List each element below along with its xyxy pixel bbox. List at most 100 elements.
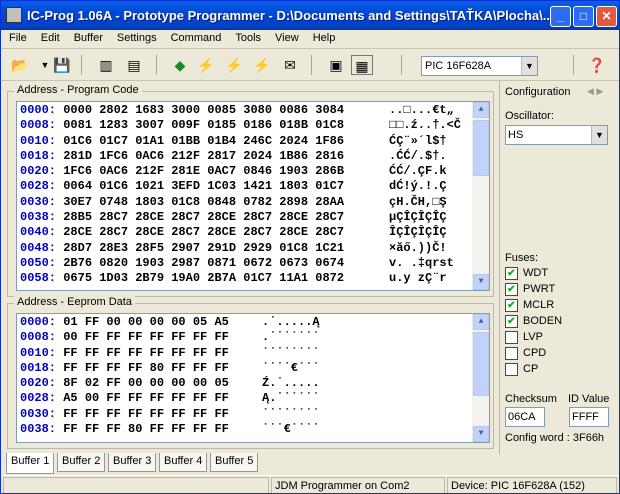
hex-row[interactable]: 0008: 00 FF FF FF FF FF FF FF .˙˙˙˙˙˙˙ [17,330,489,345]
row-ascii: ÎÇÎÇÎÇÎÇ [389,225,447,240]
row-ascii: .˙.....Ą [262,315,320,329]
scroll-thumb[interactable] [473,120,489,176]
tab-buffer-2[interactable]: Buffer 2 [57,453,106,472]
close-button[interactable]: ✕ [596,6,617,27]
menu-settings[interactable]: Settings [109,30,163,44]
row-address: 0050: [20,255,57,270]
row-hex-data: FF FF FF FF FF FF FF FF [56,406,229,421]
program-code-scrollbar[interactable]: ▲ ▼ [472,102,489,290]
blank-check-icon[interactable]: ✉ [279,55,301,75]
app-window: IC-Prog 1.06A - Prototype Programmer - D… [0,0,620,494]
eeprom-scrollbar[interactable]: ▲ ▼ [472,314,489,442]
program-code-view[interactable]: 0000: 0000 2802 1683 3000 0085 3080 0086… [16,101,490,291]
row-hex-data: A5 00 FF FF FF FF FF FF [56,391,229,406]
minimize-button[interactable]: _ [550,6,571,27]
hex-row[interactable]: 0010: 01C6 01C7 01A1 01BB 01B4 246C 2024… [17,134,489,149]
menu-command[interactable]: Command [163,30,228,44]
hex-row[interactable]: 0000: 0000 2802 1683 3000 0085 3080 0086… [17,103,489,118]
device-select-value: PIC 16F628A [425,60,492,72]
hex-row[interactable]: 0028: 0064 01C6 1021 3EFD 1C03 1421 1803… [17,179,489,194]
menu-file[interactable]: File [1,30,33,44]
row-hex-data: 0675 1D03 2B79 19A0 2B7A 01C7 11A1 0872 [56,271,345,286]
menu-tools[interactable]: Tools [227,30,267,44]
hex-row[interactable]: 0018: 281D 1FC6 0AC6 212F 2817 2024 1B86… [17,149,489,164]
row-hex-data: 0064 01C6 1021 3EFD 1C03 1421 1803 01C7 [56,179,345,194]
hex-row[interactable]: 0018: FF FF FF FF 80 FF FF FF ˙˙˙˙€˙˙˙ [17,361,489,376]
fuse-cp-checkbox[interactable] [505,363,518,376]
device-select[interactable]: PIC 16F628A ▼ [421,56,538,76]
fuse-lvp-label: LVP [523,331,543,343]
checksum-field: 06CA [505,407,545,427]
hex-row[interactable]: 0030: 30E7 0748 1803 01C8 0848 0782 2898… [17,195,489,210]
row-hex-data: 01 FF 00 00 00 00 05 A5 [56,315,229,329]
fuse-pwrt-checkbox[interactable]: ✔ [505,283,518,296]
row-ascii: ˙˙˙˙˙˙˙˙ [262,406,320,421]
row-address: 0040: [20,225,57,240]
scroll-up-icon[interactable]: ▲ [473,314,489,330]
chevron-down-icon[interactable]: ▼ [591,126,607,144]
verify-icon[interactable]: ⚡ [251,55,273,75]
row-ascii: µÇÎÇÎÇÎÇ [389,210,447,225]
hex-row[interactable]: 0040: 28CE 28C7 28CE 28C7 28CE 28C7 28CE… [17,225,489,240]
window-title: IC-Prog 1.06A - Prototype Programmer - D… [27,8,554,23]
scroll-down-icon[interactable]: ▼ [473,426,489,442]
hex-row[interactable]: 0038: FF FF FF 80 FF FF FF FF ˙˙˙€˙˙˙˙ [17,422,489,437]
fuse-cpd-label: CPD [523,347,547,359]
maximize-button[interactable]: □ [573,6,594,27]
row-ascii: ˙˙˙€˙˙˙˙ [262,422,320,437]
hex-view-icon[interactable]: ▦ [351,55,373,75]
hex-row[interactable]: 0000: 01 FF 00 00 00 00 05 A5 .˙.....Ą [17,315,489,330]
hex-row[interactable]: 0030: FF FF FF FF FF FF FF FF ˙˙˙˙˙˙˙˙ [17,407,489,422]
status-programmer: JDM Programmer on Com2 [271,477,445,493]
erase-icon[interactable]: ⚡ [223,55,245,75]
tab-buffer-3[interactable]: Buffer 3 [108,453,157,472]
fuses-label: Fuses: [505,252,539,264]
hex-row[interactable]: 0048: 28D7 28E3 28F5 2907 291D 2929 01C8… [17,241,489,256]
title-bar[interactable]: IC-Prog 1.06A - Prototype Programmer - D… [1,1,619,30]
fuse-cpd-checkbox[interactable] [505,347,518,360]
save-icon[interactable]: 💾 [51,55,73,75]
status-bar: JDM Programmer on Com2 Device: PIC 16F62… [1,475,619,493]
hex-row[interactable]: 0058: 0675 1D03 2B79 19A0 2B7A 01C7 11A1… [17,271,489,286]
scroll-down-icon[interactable]: ▼ [473,274,489,290]
fuse-boden-checkbox[interactable]: ✔ [505,315,518,328]
menu-view[interactable]: View [267,30,305,44]
id-value-label: ID Value [568,393,610,405]
program-icon[interactable]: ⚡ [195,55,217,75]
scroll-thumb[interactable] [473,332,489,396]
hex-row[interactable]: 0010: FF FF FF FF FF FF FF FF ˙˙˙˙˙˙˙˙ [17,346,489,361]
row-address: 0008: [20,118,57,133]
menu-help[interactable]: Help [305,30,342,44]
row-address: 0028: [20,179,57,194]
menu-edit[interactable]: Edit [33,30,66,44]
tab-buffer-4[interactable]: Buffer 4 [159,453,208,472]
fuse-lvp-checkbox[interactable] [505,331,518,344]
tab-buffer-5[interactable]: Buffer 5 [210,453,259,472]
panel-arrows-icon[interactable]: ◀ ▶ [587,86,603,97]
row-address: 0058: [20,271,57,286]
hex-row[interactable]: 0028: A5 00 FF FF FF FF FF FF Ą.˙˙˙˙˙˙ [17,391,489,406]
row-ascii: □□.ź..†.<Č [389,118,462,133]
fuse-cp-label: CP [523,363,539,375]
menu-buffer[interactable]: Buffer [66,30,109,44]
hex-row[interactable]: 0050: 2B76 0820 1903 2987 0871 0672 0673… [17,256,489,271]
row-address: 0000: [20,315,57,329]
chip-icon[interactable]: ▥ [95,55,117,75]
hex-row[interactable]: 0020: 8F 02 FF 00 00 00 00 05 Ź.˙..... [17,376,489,391]
assembly-view-icon[interactable]: ▣ [325,55,347,75]
help-icon[interactable]: ❓ [586,55,608,75]
hex-row[interactable]: 0020: 1FC6 0AC6 212F 281E 0AC7 0846 1903… [17,164,489,179]
open-folder-icon[interactable]: 📂 [9,55,31,75]
hex-row[interactable]: 0038: 28B5 28C7 28CE 28C7 28CE 28C7 28CE… [17,210,489,225]
eeprom-view[interactable]: 0000: 01 FF 00 00 00 00 05 A5 .˙.....Ą 000… [16,313,490,443]
fuse-wdt-checkbox[interactable]: ✔ [505,267,518,280]
oscillator-select[interactable]: HS ▼ [505,125,608,145]
hex-row[interactable]: 0008: 0081 1283 3007 009F 0185 0186 018B… [17,118,489,133]
chip-settings-icon[interactable]: ▤ [123,55,145,75]
read-icon[interactable]: ◆ [169,55,191,75]
id-value-field[interactable]: FFFF [569,407,609,427]
fuse-mclr-checkbox[interactable]: ✔ [505,299,518,312]
chevron-down-icon[interactable]: ▼ [521,57,537,75]
tab-buffer-1[interactable]: Buffer 1 [6,453,55,474]
scroll-up-icon[interactable]: ▲ [473,102,489,118]
